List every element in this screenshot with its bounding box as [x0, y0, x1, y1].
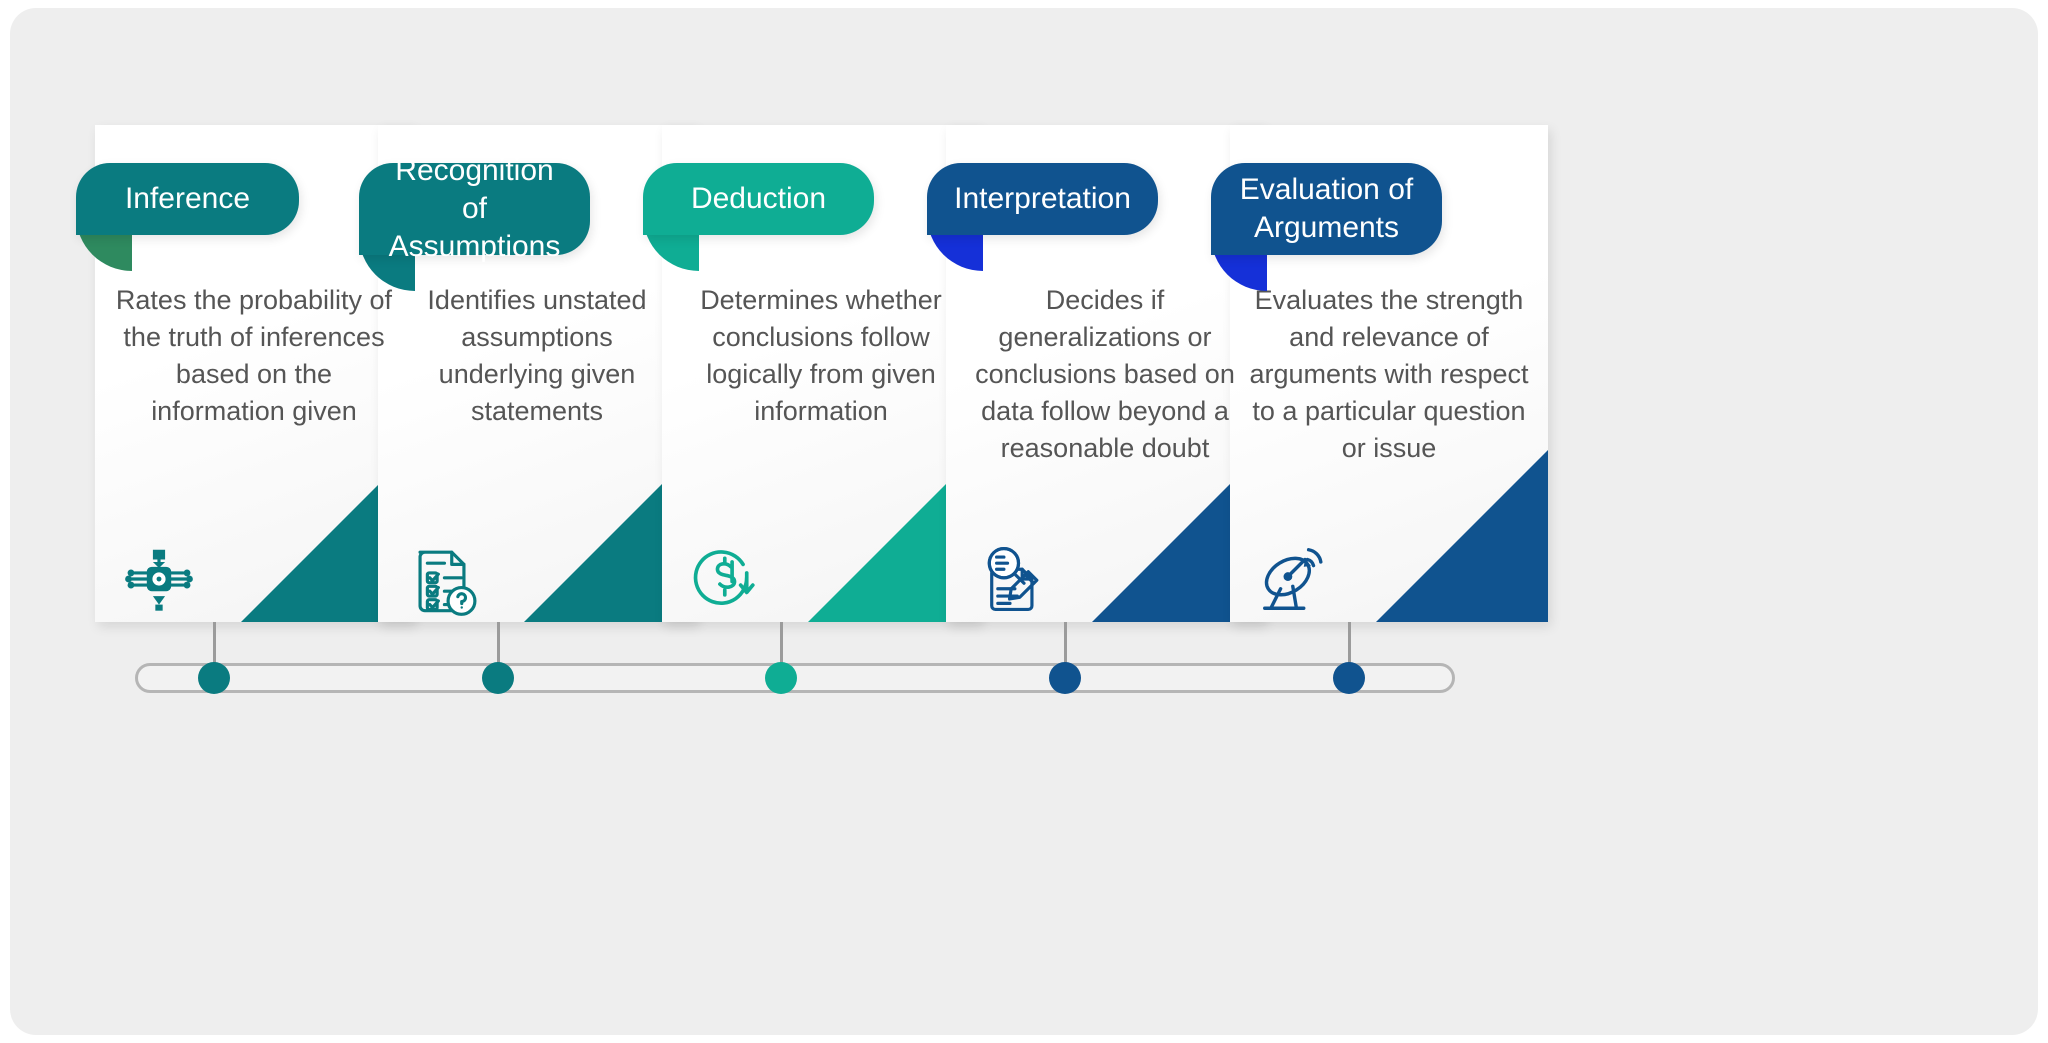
step-ribbon-recognition-of-assumptions[interactable]: Recognition of Assumptions	[359, 154, 590, 291]
icon-ai-chip	[115, 535, 203, 623]
timeline-node-2[interactable]	[482, 662, 514, 694]
step-label: Evaluation of Arguments	[1211, 163, 1442, 255]
card-corner-accent	[1376, 450, 1548, 622]
timeline-node-4[interactable]	[1049, 662, 1081, 694]
step-label: Interpretation	[927, 163, 1158, 235]
icon-checklist-question	[398, 535, 486, 623]
step-description: Decides if generalizations or conclusion…	[975, 285, 1235, 463]
timeline-node-3[interactable]	[765, 662, 797, 694]
step-label: Recognition of Assumptions	[359, 154, 590, 263]
icon-dollar-arrow	[682, 535, 770, 623]
step-label: Inference	[76, 163, 299, 235]
icon-document-magnifier-pencil	[966, 535, 1054, 623]
icon-satellite-dish	[1250, 535, 1338, 623]
diagram-canvas: Rates the probability of the truth of in…	[10, 8, 2038, 1035]
timeline-node-5[interactable]	[1333, 662, 1365, 694]
step-description: Rates the probability of the truth of in…	[115, 285, 393, 426]
timeline-node-1[interactable]	[198, 662, 230, 694]
screenshot-root: Rates the probability of the truth of in…	[0, 0, 2048, 1043]
step-ribbon-evaluation-of-arguments[interactable]: Evaluation of Arguments	[1211, 163, 1442, 291]
step-ribbon-interpretation[interactable]: Interpretation	[927, 163, 1158, 271]
step-description: Identifies unstated assumptions underlyi…	[427, 285, 647, 426]
step-description: Evaluates the strength and relevance of …	[1249, 285, 1529, 463]
step-ribbon-inference[interactable]: Inference	[76, 163, 299, 271]
step-description: Determines whether conclusions follow lo…	[700, 285, 942, 426]
step-label: Deduction	[643, 163, 874, 235]
step-ribbon-deduction[interactable]: Deduction	[643, 163, 874, 271]
